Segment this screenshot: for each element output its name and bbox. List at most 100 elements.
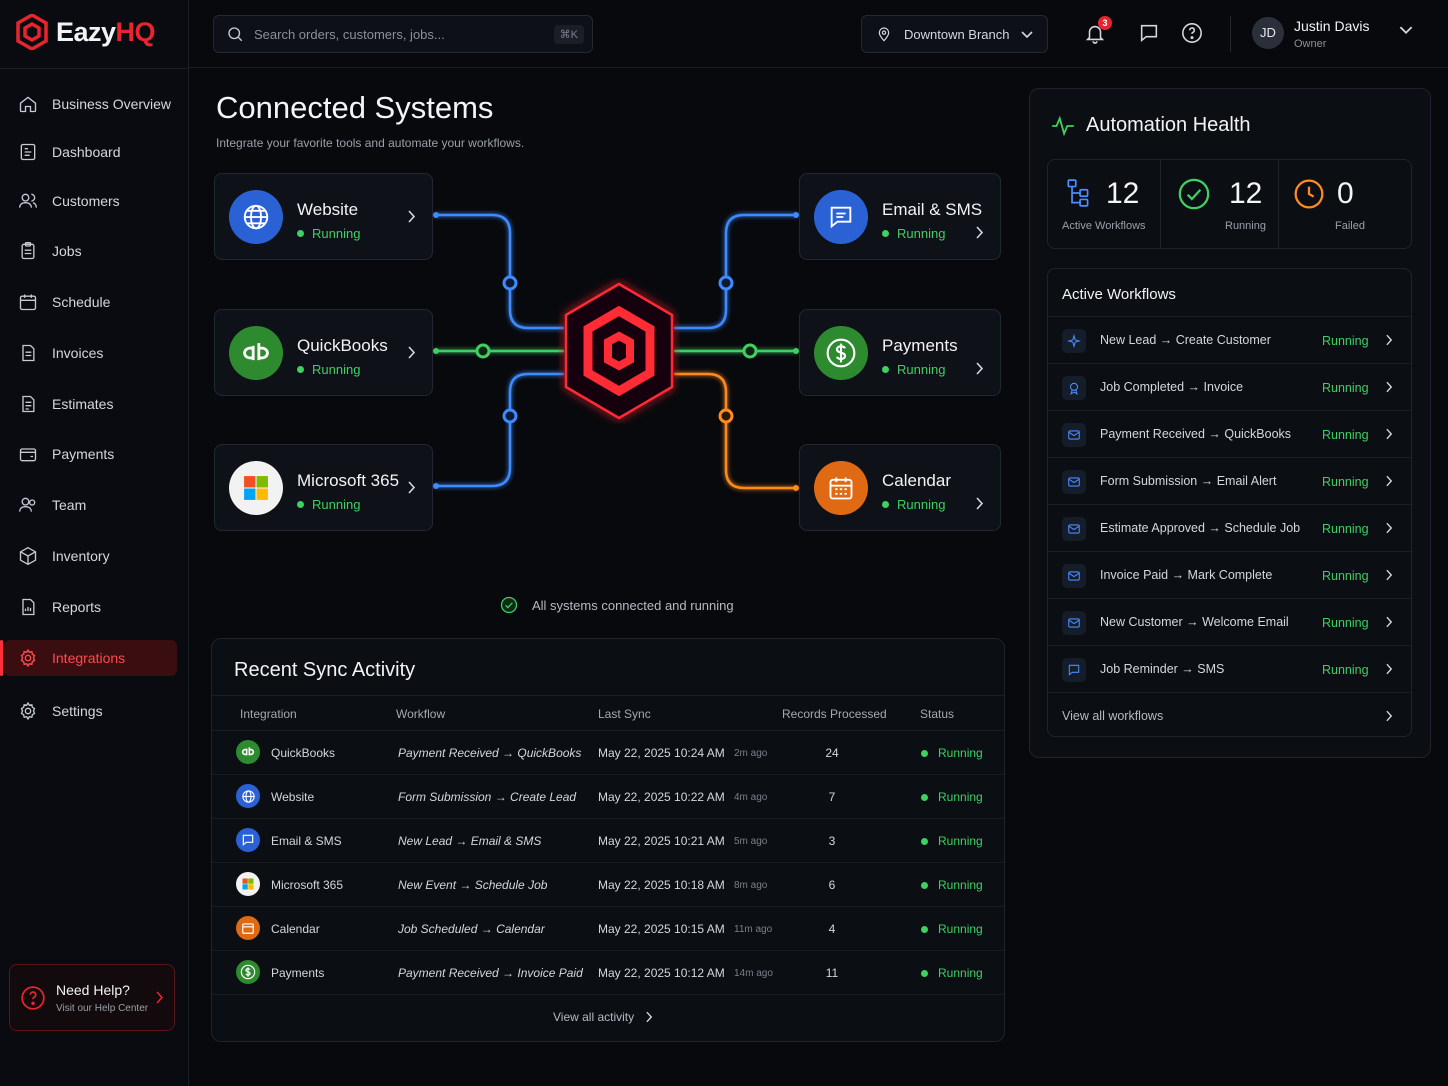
column-header-integration[interactable]: Integration: [240, 707, 297, 721]
workflow-status: Running: [1322, 428, 1369, 442]
sidebar-item-label: Payments: [52, 446, 115, 462]
column-header-last-sync[interactable]: Last Sync: [598, 707, 651, 721]
sidebar-item-reports[interactable]: Reports: [4, 589, 177, 625]
quickbooks-card[interactable]: QuickBooks Running: [214, 309, 433, 396]
system-status: Running: [297, 497, 360, 512]
sidebar-item-invoices[interactable]: Invoices: [4, 335, 177, 371]
sidebar-item-customers[interactable]: Customers: [4, 183, 177, 219]
mail-icon: [1062, 611, 1086, 635]
row-status: Running: [921, 878, 983, 892]
row-integration: QuickBooks: [271, 746, 336, 760]
status-dot: [921, 749, 928, 757]
sidebar-item-label: Customers: [52, 193, 120, 209]
system-name: Microsoft 365: [297, 471, 400, 490]
help-button[interactable]: [1181, 22, 1205, 46]
dashboard-icon: [20, 143, 36, 161]
status-dot: [297, 501, 304, 508]
calendar-card[interactable]: Calendar Running: [799, 444, 1001, 531]
microsoft-365-card[interactable]: Microsoft 365 Running: [214, 444, 433, 531]
email-sms-card[interactable]: Email & SMS Running: [799, 173, 1001, 260]
chevron-right-icon: [1386, 522, 1393, 534]
sidebar-item-payments[interactable]: Payments: [4, 436, 177, 472]
row-workflow: Payment Received → Invoice Paid: [398, 966, 583, 980]
workflow-row[interactable]: New Lead → Create Customer Running: [1048, 316, 1411, 363]
help-icon: [21, 985, 45, 1010]
column-header-records[interactable]: Records Processed: [782, 707, 887, 721]
sidebar-item-schedule[interactable]: Schedule: [4, 284, 177, 320]
eazyhq-hub-icon[interactable]: [558, 278, 680, 424]
table-row[interactable]: Microsoft 365 New Event → Schedule Job M…: [212, 863, 1004, 907]
view-all-activity-link[interactable]: View all activity: [553, 1010, 653, 1024]
workflow-row[interactable]: Job Completed → Invoice Running: [1048, 363, 1411, 410]
search-bar[interactable]: ⌘K: [213, 15, 593, 53]
workflow-row[interactable]: Payment Received → QuickBooks Running: [1048, 410, 1411, 457]
sidebar-item-team[interactable]: Team: [4, 487, 177, 523]
table-header: Integration Workflow Last Sync Records P…: [212, 695, 1004, 731]
table-row[interactable]: Calendar Job Scheduled → Calendar May 22…: [212, 907, 1004, 951]
sidebar-item-label: Business Overview: [52, 96, 172, 112]
messages-button[interactable]: [1138, 22, 1162, 46]
invoice-icon: [22, 344, 35, 362]
workflow-row[interactable]: New Customer → Welcome Email Running: [1048, 598, 1411, 645]
sidebar-item-label: Dashboard: [52, 144, 121, 160]
chevron-right-icon: [408, 210, 416, 223]
workflow-name: Job Reminder → SMS: [1100, 662, 1225, 676]
sidebar-item-integrations[interactable]: Integrations: [0, 640, 177, 676]
row-workflow: Job Scheduled → Calendar: [398, 922, 545, 936]
eazyhq-logo-icon: [16, 14, 48, 50]
row-records: 11: [825, 966, 839, 980]
message-icon: [814, 190, 868, 244]
sidebar-item-business-overview[interactable]: Business Overview: [4, 86, 177, 122]
workflow-row[interactable]: Estimate Approved → Schedule Job Running: [1048, 504, 1411, 551]
payments-card[interactable]: Payments Running: [799, 309, 1001, 396]
search-input[interactable]: [254, 26, 534, 42]
stat-divider: [1160, 160, 1161, 248]
workflow-row[interactable]: Job Reminder → SMS Running: [1048, 645, 1411, 692]
notifications-button[interactable]: 3: [1084, 16, 1112, 46]
workflow-row[interactable]: Form Submission → Email Alert Running: [1048, 457, 1411, 504]
workflow-row[interactable]: Invoice Paid → Mark Complete Running: [1048, 551, 1411, 598]
sparkle-icon: [1062, 329, 1086, 353]
sidebar-item-inventory[interactable]: Inventory: [4, 538, 177, 574]
sidebar-item-label: Invoices: [52, 345, 104, 361]
table-row[interactable]: QuickBooks Payment Received → QuickBooks…: [212, 731, 1004, 775]
automation-health-title: Automation Health: [1086, 114, 1251, 136]
column-header-workflow[interactable]: Workflow: [396, 707, 445, 721]
chevron-right-icon: [156, 991, 164, 1004]
logo[interactable]: EazyHQ: [16, 14, 156, 50]
sidebar-item-estimates[interactable]: Estimates: [4, 386, 177, 422]
pulse-icon: [1052, 115, 1074, 137]
avatar[interactable]: JD: [1252, 17, 1284, 49]
row-status: Running: [921, 834, 983, 848]
sidebar-item-settings[interactable]: Settings: [4, 693, 177, 729]
row-status: Running: [921, 790, 983, 804]
row-integration: Email & SMS: [271, 834, 342, 848]
quickbooks-icon: [229, 326, 283, 380]
help-title: Need Help?: [56, 981, 130, 998]
branch-selector[interactable]: Downtown Branch: [861, 15, 1048, 53]
workflow-name: Estimate Approved → Schedule Job: [1100, 521, 1301, 535]
sidebar-item-jobs[interactable]: Jobs: [4, 233, 177, 269]
clock-icon: [1294, 179, 1324, 209]
table-row[interactable]: Website Form Submission → Create Lead Ma…: [212, 775, 1004, 819]
row-integration: Microsoft 365: [271, 878, 344, 892]
help-center-card[interactable]: Need Help? Visit our Help Center: [9, 964, 175, 1031]
workflow-status: Running: [1322, 475, 1369, 489]
estimate-icon: [22, 395, 35, 413]
row-status: Running: [921, 746, 983, 760]
sidebar-item-label: Schedule: [52, 294, 111, 310]
user-menu-chevron-icon[interactable]: [1399, 26, 1413, 35]
row-ago: 4m ago: [734, 792, 768, 803]
table-row[interactable]: Email & SMS New Lead → Email & SMS May 2…: [212, 819, 1004, 863]
view-all-activity-label: View all activity: [553, 1010, 635, 1024]
status-dot: [921, 837, 928, 845]
table-row[interactable]: Payments Payment Received → Invoice Paid…: [212, 951, 1004, 995]
active-workflows-list: Active Workflows New Lead → Create Custo…: [1047, 268, 1412, 737]
status-dot: [921, 925, 928, 933]
running-label: Running: [1225, 220, 1266, 232]
website-card[interactable]: Website Running: [214, 173, 433, 260]
row-date: May 22, 2025 10:22 AM: [598, 790, 725, 804]
view-all-workflows-link[interactable]: View all workflows: [1048, 692, 1411, 739]
column-header-status[interactable]: Status: [920, 707, 954, 721]
sidebar-item-dashboard[interactable]: Dashboard: [4, 134, 177, 170]
